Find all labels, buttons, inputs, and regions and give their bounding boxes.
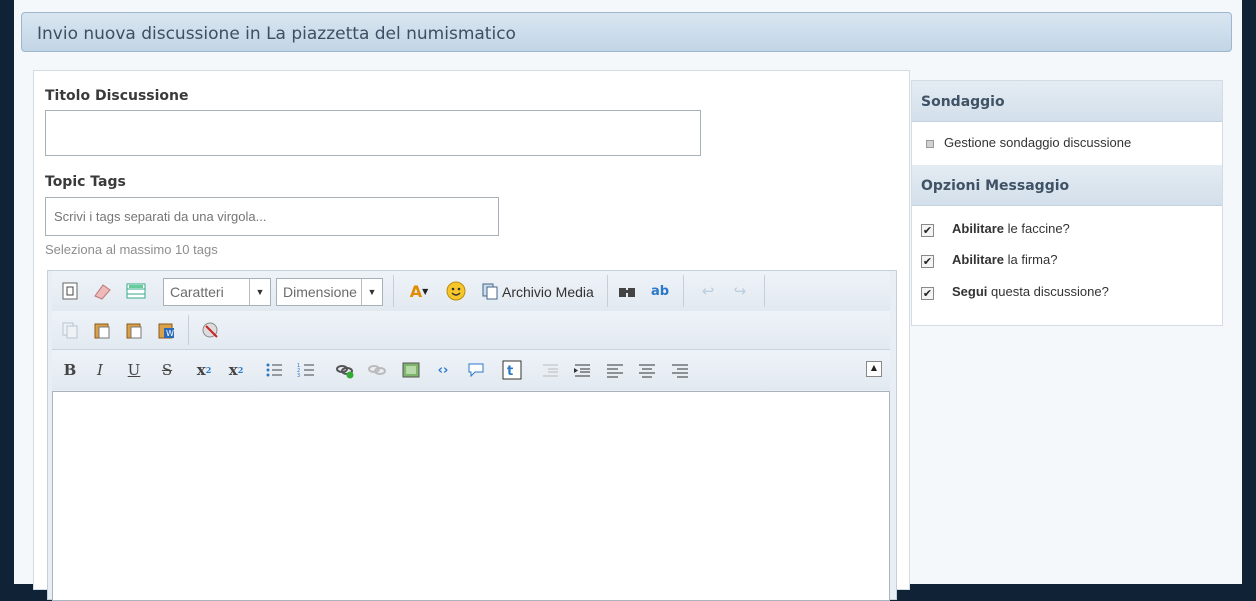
align-right-icon[interactable] <box>668 358 692 382</box>
svg-text:W: W <box>166 329 174 338</box>
size-select[interactable]: Dimensione ▼ <box>276 278 383 306</box>
tags-hint: Seleziona al massimo 10 tags <box>45 242 218 257</box>
size-select-value: Dimensione <box>283 284 357 300</box>
page-header: Invio nuova discussione in La piazzetta … <box>21 12 1232 52</box>
toolbar-row-2: W <box>52 311 890 350</box>
text-color-icon[interactable]: A ▼ <box>402 279 436 303</box>
toolbar-separator <box>188 315 189 345</box>
undo-icon[interactable]: ↩ <box>696 279 720 303</box>
smiley-icon[interactable] <box>444 279 468 303</box>
option-rest-text: la firma? <box>1004 252 1058 267</box>
enable-smilies-checkbox[interactable]: ✔ <box>921 224 934 237</box>
media-icon[interactable] <box>478 279 502 303</box>
poll-section-title: Sondaggio <box>921 94 1005 110</box>
sidebar-panel: Sondaggio Gestione sondaggio discussione… <box>911 80 1223 326</box>
svg-text:t: t <box>507 364 513 379</box>
title-label: Titolo Discussione <box>45 88 189 104</box>
binoculars-icon[interactable] <box>615 279 639 303</box>
page-title: Invio nuova discussione in La piazzetta … <box>37 24 516 44</box>
quote-icon[interactable] <box>464 358 488 382</box>
twitter-icon[interactable]: t <box>500 358 524 382</box>
tags-input[interactable] <box>45 197 499 236</box>
toolbar-row-3: B I U S x2 x2 123 ‹› t ▲ <box>52 350 890 390</box>
options-section-header: Opzioni Messaggio <box>912 165 1222 206</box>
rich-text-editor: Caratteri ▼ Dimensione ▼ A ▼ Archivio Med… <box>47 270 897 601</box>
option-bold-text: Abilitare <box>952 221 1005 236</box>
subscribe-checkbox[interactable]: ✔ <box>921 287 934 300</box>
toolbar-collapse-button[interactable]: ▲ <box>866 361 882 377</box>
main-form-panel: Titolo Discussione Topic Tags Seleziona … <box>33 70 910 601</box>
options-section-title: Opzioni Messaggio <box>921 178 1070 194</box>
remove-format-icon[interactable] <box>198 318 222 342</box>
subscript-icon[interactable]: x2 <box>192 358 216 382</box>
align-center-icon[interactable] <box>635 358 659 382</box>
underline-icon[interactable]: U <box>122 358 146 382</box>
editor-text-area[interactable] <box>52 391 890 601</box>
superscript-icon[interactable]: x2 <box>224 358 248 382</box>
paste-word-icon[interactable]: W <box>154 318 178 342</box>
table-icon[interactable] <box>124 279 148 303</box>
svg-text:3: 3 <box>297 373 300 378</box>
italic-icon[interactable]: I <box>88 358 112 382</box>
option-rest-text: le faccine? <box>1004 221 1070 236</box>
toolbar-separator <box>683 275 684 307</box>
title-input[interactable] <box>45 110 701 156</box>
toolbar-separator <box>764 275 765 307</box>
media-archive-label[interactable]: Archivio Media <box>502 284 594 300</box>
find-replace-icon[interactable]: ab <box>648 279 672 303</box>
bold-icon[interactable]: B <box>58 358 82 382</box>
option-bold-text: Segui <box>952 284 988 299</box>
eraser-icon[interactable] <box>90 279 114 303</box>
bullet-icon <box>926 140 934 148</box>
copy-icon[interactable] <box>58 318 82 342</box>
numbered-list-icon[interactable]: 123 <box>294 358 318 382</box>
poll-section-header: Sondaggio <box>912 81 1222 122</box>
chevron-down-icon: ▼ <box>361 279 382 305</box>
option-rest-text: questa discussione? <box>987 284 1109 299</box>
subscribe-label[interactable]: Segui questa discussione? <box>952 284 1109 299</box>
toolbar-separator <box>393 275 394 307</box>
enable-signature-label[interactable]: Abilitare la firma? <box>952 252 1057 267</box>
enable-smilies-label[interactable]: Abilitare le faccine? <box>952 221 1070 236</box>
code-icon[interactable]: ‹› <box>431 358 455 382</box>
unlink-icon[interactable] <box>365 358 389 382</box>
tags-label: Topic Tags <box>45 174 126 190</box>
link-icon[interactable] <box>333 358 357 382</box>
align-left-icon[interactable] <box>603 358 627 382</box>
toolbar-row-1: Caratteri ▼ Dimensione ▼ A ▼ Archivio Med… <box>52 271 890 312</box>
poll-manage-link[interactable]: Gestione sondaggio discussione <box>944 135 1131 150</box>
strike-icon[interactable]: S <box>155 358 179 382</box>
image-icon[interactable] <box>399 358 423 382</box>
paste-icon[interactable] <box>90 318 114 342</box>
toolbar-separator <box>607 275 608 307</box>
font-select[interactable]: Caratteri ▼ <box>163 278 271 306</box>
redo-icon[interactable]: ↪ <box>728 279 752 303</box>
indent-icon[interactable] <box>570 358 594 382</box>
paste-text-icon[interactable] <box>122 318 146 342</box>
chevron-down-icon: ▼ <box>249 279 270 305</box>
outdent-icon[interactable] <box>538 358 562 382</box>
source-icon[interactable] <box>58 279 82 303</box>
enable-signature-checkbox[interactable]: ✔ <box>921 255 934 268</box>
option-bold-text: Abilitare <box>952 252 1005 267</box>
font-select-value: Caratteri <box>170 284 224 300</box>
bullet-list-icon[interactable] <box>262 358 286 382</box>
